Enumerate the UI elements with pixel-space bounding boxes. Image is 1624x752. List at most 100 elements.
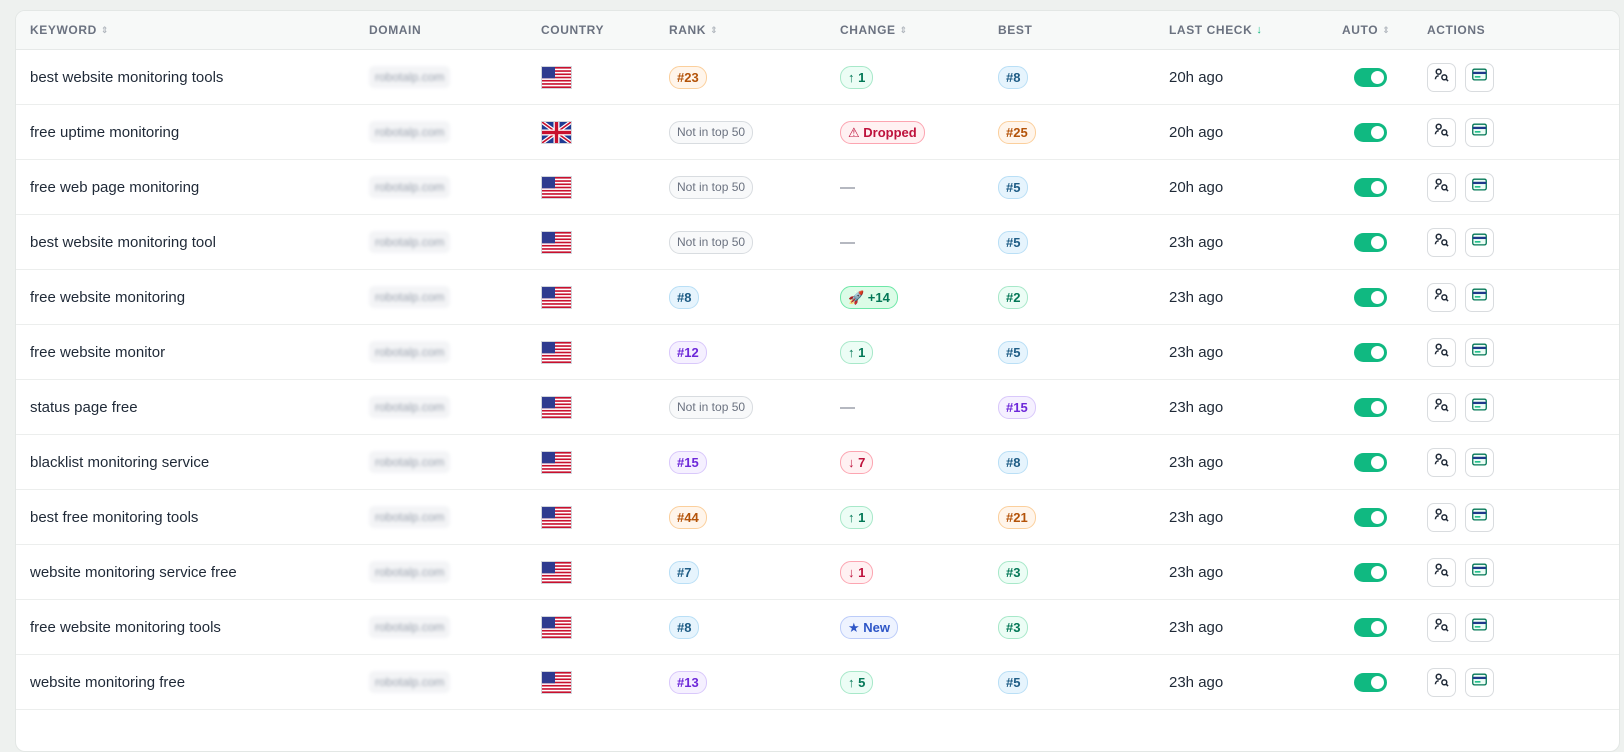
us-flag-icon (541, 65, 669, 89)
keyword-text: best free monitoring tools (30, 508, 199, 526)
change-badge: ↑ 1 (840, 340, 874, 364)
auto-toggle[interactable] (1354, 287, 1387, 307)
analyze-button[interactable] (1427, 392, 1456, 422)
table-row: website monitoring free robotalp.com #13 ↑ … (16, 655, 1619, 710)
domain-text: robotalp.com (369, 341, 451, 363)
domain-text: robotalp.com (369, 506, 451, 528)
analyze-button[interactable] (1427, 172, 1456, 202)
analyze-button[interactable] (1427, 557, 1456, 587)
details-button[interactable] (1465, 667, 1494, 697)
auto-toggle[interactable] (1354, 562, 1387, 582)
last-check-text: 23h ago (1169, 618, 1224, 636)
rank-badge: #13 (669, 670, 707, 694)
rank-badge: #44 (669, 505, 707, 529)
user-search-icon (1434, 287, 1449, 307)
domain-text: robotalp.com (369, 176, 451, 198)
auto-toggle[interactable] (1354, 672, 1387, 692)
details-button[interactable] (1465, 337, 1494, 367)
card-icon (1472, 178, 1487, 196)
keyword-text: free uptime monitoring (30, 123, 180, 141)
us-flag-icon (541, 340, 669, 364)
user-search-icon (1434, 617, 1449, 637)
last-check-text: 23h ago (1169, 343, 1224, 361)
user-search-icon (1434, 397, 1449, 417)
table-row: best website monitoring tools robotalp.co… (16, 50, 1619, 105)
best-badge: #15 (998, 395, 1036, 419)
last-check-text: 23h ago (1169, 398, 1224, 416)
details-button[interactable] (1465, 62, 1494, 92)
column-header-rank[interactable]: RANK ⇕ (669, 23, 840, 37)
us-flag-icon (541, 670, 669, 694)
change-badge: 🚀 +14 (840, 285, 898, 309)
details-button[interactable] (1465, 502, 1494, 532)
keyword-text: website monitoring free (30, 673, 186, 691)
analyze-button[interactable] (1427, 667, 1456, 697)
auto-toggle[interactable] (1354, 232, 1387, 252)
table-row: best website monitoring tool robotalp.com… (16, 215, 1619, 270)
details-button[interactable] (1465, 392, 1494, 422)
user-search-icon (1434, 672, 1449, 692)
us-flag-icon (541, 615, 669, 639)
rank-badge: Not in top 50 (669, 395, 754, 419)
best-badge: #8 (998, 65, 1029, 89)
details-button[interactable] (1465, 557, 1494, 587)
auto-toggle[interactable] (1354, 342, 1387, 362)
rank-badge: #7 (669, 560, 700, 584)
column-header-best: BEST (998, 23, 1033, 37)
change-value: — (840, 178, 855, 196)
auto-toggle[interactable] (1354, 617, 1387, 637)
auto-toggle[interactable] (1354, 452, 1387, 472)
details-button[interactable] (1465, 282, 1494, 312)
card-icon (1472, 453, 1487, 471)
analyze-button[interactable] (1427, 62, 1456, 92)
rank-badge: Not in top 50 (669, 120, 754, 144)
last-check-text: 20h ago (1169, 123, 1224, 141)
analyze-button[interactable] (1427, 117, 1456, 147)
auto-toggle[interactable] (1354, 507, 1387, 527)
us-flag-icon (541, 395, 669, 419)
card-icon (1472, 563, 1487, 581)
change-value: — (840, 398, 855, 416)
analyze-button[interactable] (1427, 502, 1456, 532)
us-flag-icon (541, 505, 669, 529)
best-badge: #8 (998, 450, 1029, 474)
us-flag-icon (541, 285, 669, 309)
us-flag-icon (541, 230, 669, 254)
auto-toggle[interactable] (1354, 177, 1387, 197)
analyze-button[interactable] (1427, 227, 1456, 257)
column-header-auto[interactable]: AUTO ⇕ (1342, 23, 1427, 37)
user-search-icon (1434, 67, 1449, 87)
column-header-last-check[interactable]: LAST CHECK ↓ (1169, 23, 1342, 37)
column-header-change[interactable]: CHANGE ⇕ (840, 23, 998, 37)
rank-badge: Not in top 50 (669, 175, 754, 199)
column-header-keyword[interactable]: KEYWORD ⇕ (16, 23, 369, 37)
analyze-button[interactable] (1427, 282, 1456, 312)
details-button[interactable] (1465, 612, 1494, 642)
change-badge: ↑ 5 (840, 670, 874, 694)
details-button[interactable] (1465, 447, 1494, 477)
auto-toggle[interactable] (1354, 122, 1387, 142)
auto-toggle[interactable] (1354, 397, 1387, 417)
details-button[interactable] (1465, 117, 1494, 147)
table-row: free web page monitoring robotalp.com Not … (16, 160, 1619, 215)
card-icon (1472, 398, 1487, 416)
analyze-button[interactable] (1427, 612, 1456, 642)
table-row: best free monitoring tools robotalp.com #4… (16, 490, 1619, 545)
change-badge: ↓ 7 (840, 450, 874, 474)
card-icon (1472, 68, 1487, 86)
keyword-text: blacklist monitoring service (30, 453, 210, 471)
details-button[interactable] (1465, 227, 1494, 257)
change-value: — (840, 233, 855, 251)
last-check-text: 23h ago (1169, 288, 1224, 306)
change-badge: ↓ 1 (840, 560, 874, 584)
details-button[interactable] (1465, 172, 1494, 202)
keyword-text: status page free (30, 398, 138, 416)
card-icon (1472, 233, 1487, 251)
card-icon (1472, 123, 1487, 141)
auto-toggle[interactable] (1354, 67, 1387, 87)
analyze-button[interactable] (1427, 447, 1456, 477)
user-search-icon (1434, 177, 1449, 197)
user-search-icon (1434, 562, 1449, 582)
analyze-button[interactable] (1427, 337, 1456, 367)
domain-text: robotalp.com (369, 231, 451, 253)
